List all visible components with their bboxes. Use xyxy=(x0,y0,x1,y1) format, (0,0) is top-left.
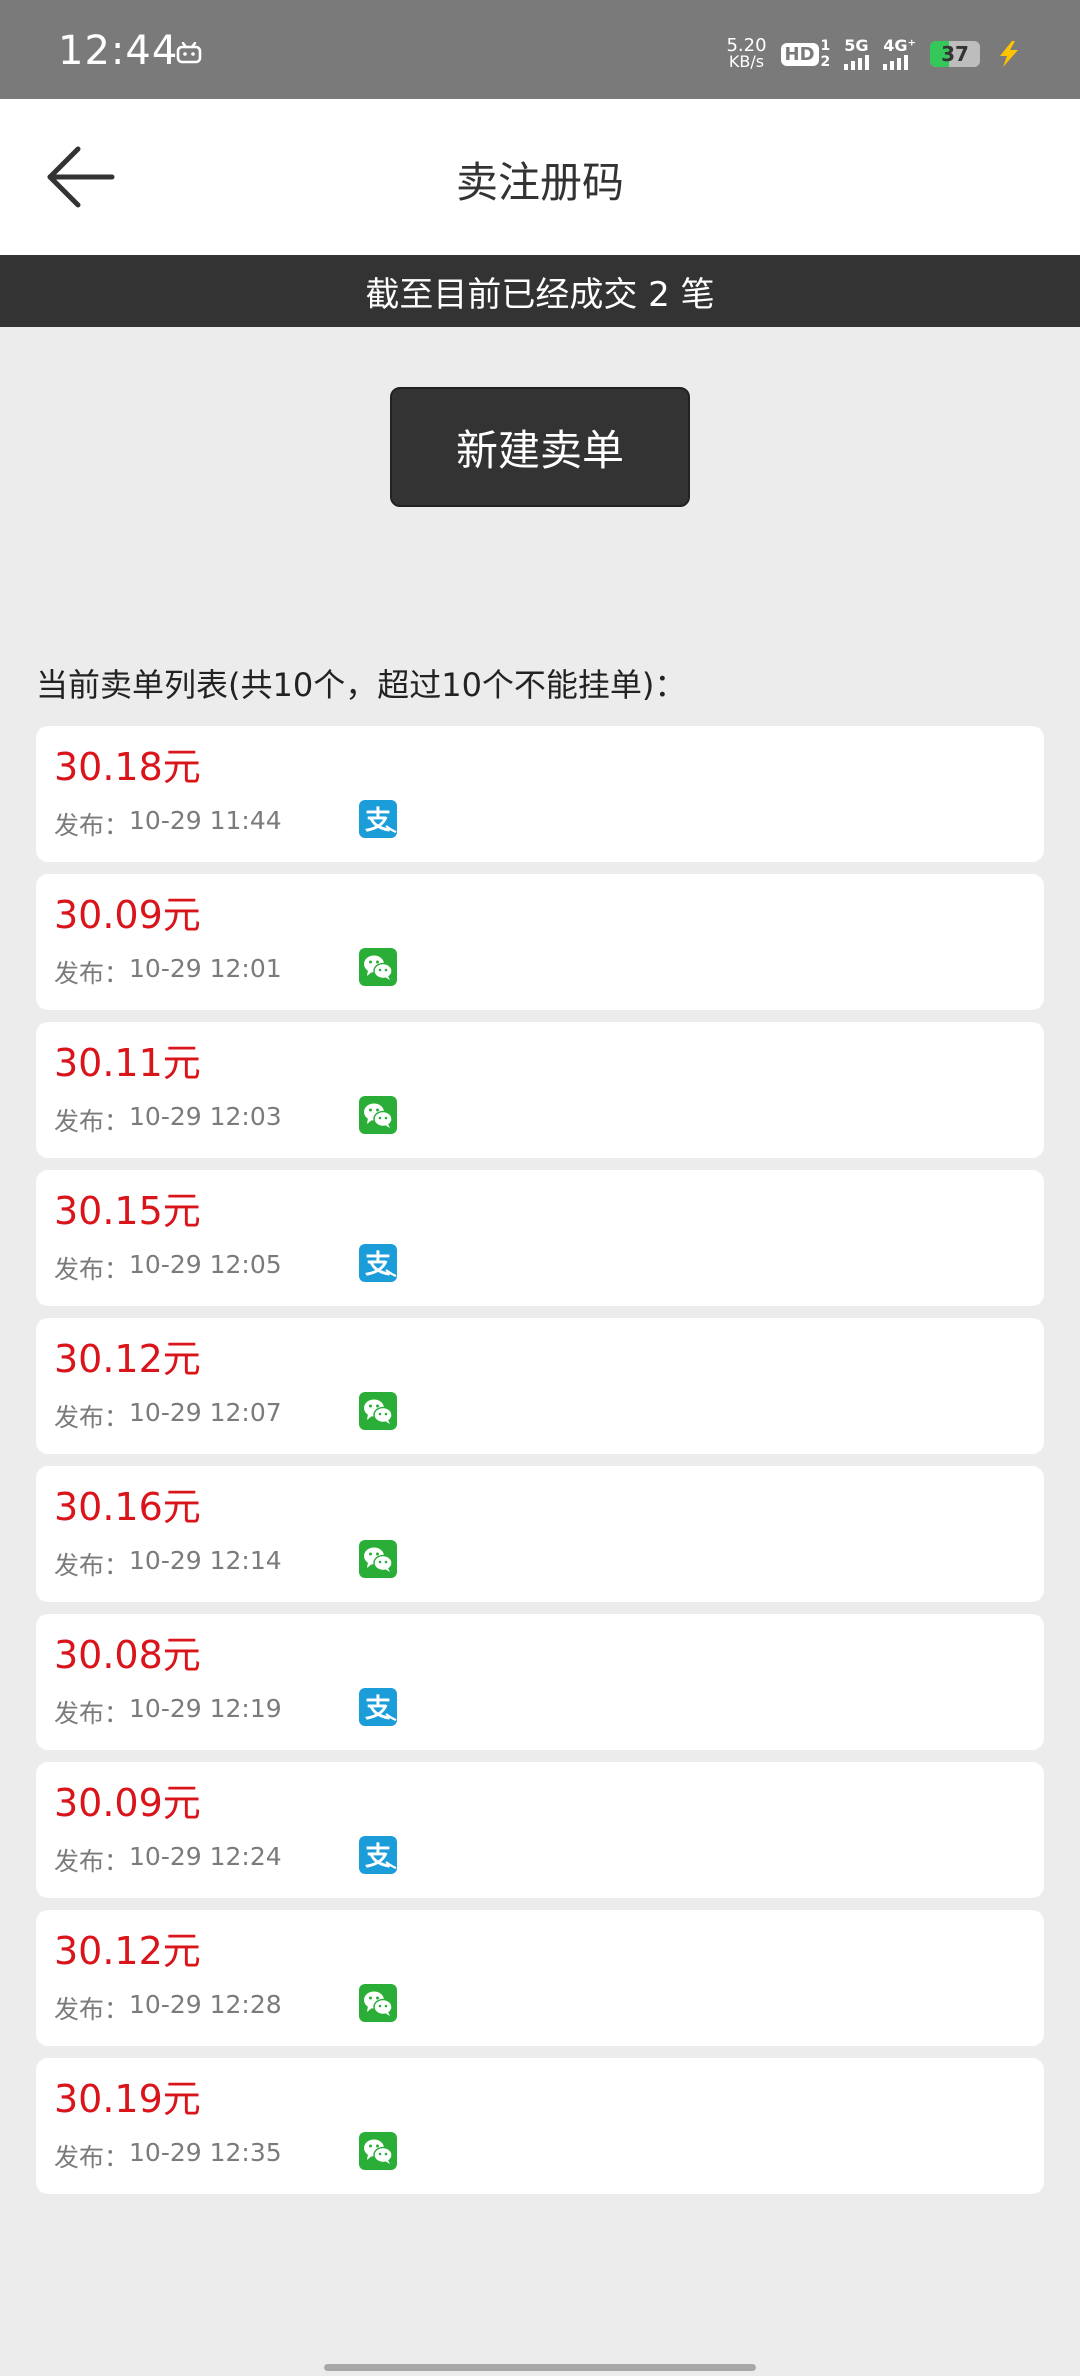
order-publish-info: 发布： 10-29 12:19 xyxy=(54,1694,282,1730)
publish-time: 10-29 12:07 xyxy=(129,1398,282,1427)
order-publish-info: 发布： 10-29 12:07 xyxy=(54,1398,282,1434)
publish-time: 10-29 11:44 xyxy=(129,806,282,835)
publish-time: 10-29 12:14 xyxy=(129,1546,282,1575)
publish-label: 发布： xyxy=(54,1699,130,1728)
sell-order-card[interactable]: 30.09元发布： 10-29 12:01 xyxy=(36,874,1044,1010)
publish-time: 10-29 12:24 xyxy=(129,1842,282,1871)
order-price: 30.09元 xyxy=(54,1781,201,1825)
publish-time: 10-29 12:03 xyxy=(129,1102,282,1131)
signal-4g-icon: 4G⁺ xyxy=(883,38,916,70)
publish-label: 发布： xyxy=(54,1847,130,1876)
order-price: 30.15元 xyxy=(54,1189,201,1233)
order-publish-info: 发布： 10-29 12:03 xyxy=(54,1102,282,1138)
order-publish-info: 发布： 10-29 12:24 xyxy=(54,1842,282,1878)
publish-label: 发布： xyxy=(54,811,130,840)
alipay-icon: 支 xyxy=(359,1688,397,1726)
sell-order-card[interactable]: 30.19元发布： 10-29 12:35 xyxy=(36,2058,1044,2194)
new-sell-order-button[interactable]: 新建卖单 xyxy=(390,387,690,507)
alipay-icon: 支 xyxy=(359,800,397,838)
wechat-icon xyxy=(359,1540,397,1578)
sell-order-card[interactable]: 30.11元发布： 10-29 12:03 xyxy=(36,1022,1044,1158)
svg-text:支: 支 xyxy=(365,1250,391,1280)
sell-order-list: 30.18元 发布： 10-29 11:44 支 30.09元 发布： 10-29 12:0… xyxy=(36,726,1044,2206)
sell-order-card[interactable]: 30.09元发布： 10-29 12:24 支 xyxy=(36,1762,1044,1898)
order-price: 30.12元 xyxy=(54,1337,201,1381)
sell-order-card[interactable]: 30.08元发布： 10-29 12:19 支 xyxy=(36,1614,1044,1750)
publish-label: 发布： xyxy=(54,959,130,988)
signal-5g-icon: 5G xyxy=(844,38,870,70)
sell-order-card[interactable]: 30.16元发布： 10-29 12:14 xyxy=(36,1466,1044,1602)
charging-bolt-icon xyxy=(1000,41,1018,67)
wechat-icon xyxy=(359,2132,397,2170)
order-price: 30.09元 xyxy=(54,893,201,937)
svg-text:支: 支 xyxy=(365,1694,391,1724)
sell-order-card[interactable]: 30.18元发布： 10-29 11:44 支 xyxy=(36,726,1044,862)
order-price: 30.19元 xyxy=(54,2077,201,2121)
publish-time: 10-29 12:05 xyxy=(129,1250,282,1279)
order-price: 30.16元 xyxy=(54,1485,201,1529)
battery-icon: 37 xyxy=(930,41,980,67)
wechat-icon xyxy=(359,1096,397,1134)
volte-hd-indicator: HD 12 xyxy=(780,38,830,70)
order-publish-info: 发布： 10-29 12:28 xyxy=(54,1990,282,2026)
order-price: 30.12元 xyxy=(54,1929,201,1973)
publish-label: 发布： xyxy=(54,2143,130,2172)
wechat-icon xyxy=(359,1392,397,1430)
publish-time: 10-29 12:19 xyxy=(129,1694,282,1723)
publish-label: 发布： xyxy=(54,1255,130,1284)
order-publish-info: 发布： 10-29 11:44 xyxy=(54,806,282,842)
wechat-icon xyxy=(359,948,397,986)
sell-order-card[interactable]: 30.15元发布： 10-29 12:05 支 xyxy=(36,1170,1044,1306)
publish-time: 10-29 12:28 xyxy=(129,1990,282,2019)
order-price: 30.18元 xyxy=(54,745,201,789)
alipay-icon: 支 xyxy=(359,1244,397,1282)
home-indicator[interactable] xyxy=(324,2364,756,2371)
alipay-icon: 支 xyxy=(359,1836,397,1874)
order-publish-info: 发布： 10-29 12:14 xyxy=(54,1546,282,1582)
deal-summary-banner: 截至目前已经成交 2 笔 xyxy=(0,255,1080,327)
page-title: 卖注册码 xyxy=(455,158,624,207)
wechat-icon xyxy=(359,1984,397,2022)
publish-time: 10-29 12:01 xyxy=(129,954,282,983)
battery-level: 37 xyxy=(941,42,969,66)
order-publish-info: 发布： 10-29 12:01 xyxy=(54,954,282,990)
status-bar: 12:44 5.20 KB/s HD 12 5G 4G⁺ 37 xyxy=(0,0,1080,99)
publish-label: 发布： xyxy=(54,1107,130,1136)
network-speed: 5.20 KB/s xyxy=(726,35,767,71)
publish-label: 发布： xyxy=(54,1403,130,1432)
order-price: 30.11元 xyxy=(54,1041,201,1085)
status-time: 12:44 xyxy=(58,28,179,74)
publish-label: 发布： xyxy=(54,1551,130,1580)
order-price: 30.08元 xyxy=(54,1633,201,1677)
app-header: 卖注册码 xyxy=(0,99,1080,255)
svg-text:支: 支 xyxy=(365,1842,391,1872)
order-list-title: 当前卖单列表(共10个，超过10个不能挂单)： xyxy=(36,666,687,704)
svg-text:支: 支 xyxy=(365,806,391,836)
sell-order-card[interactable]: 30.12元发布： 10-29 12:07 xyxy=(36,1318,1044,1454)
order-publish-info: 发布： 10-29 12:05 xyxy=(54,1250,282,1286)
publish-time: 10-29 12:35 xyxy=(129,2138,282,2167)
publish-label: 发布： xyxy=(54,1995,130,2024)
order-publish-info: 发布： 10-29 12:35 xyxy=(54,2138,282,2174)
sell-order-card[interactable]: 30.12元发布： 10-29 12:28 xyxy=(36,1910,1044,2046)
bilibili-tv-icon xyxy=(176,42,202,64)
